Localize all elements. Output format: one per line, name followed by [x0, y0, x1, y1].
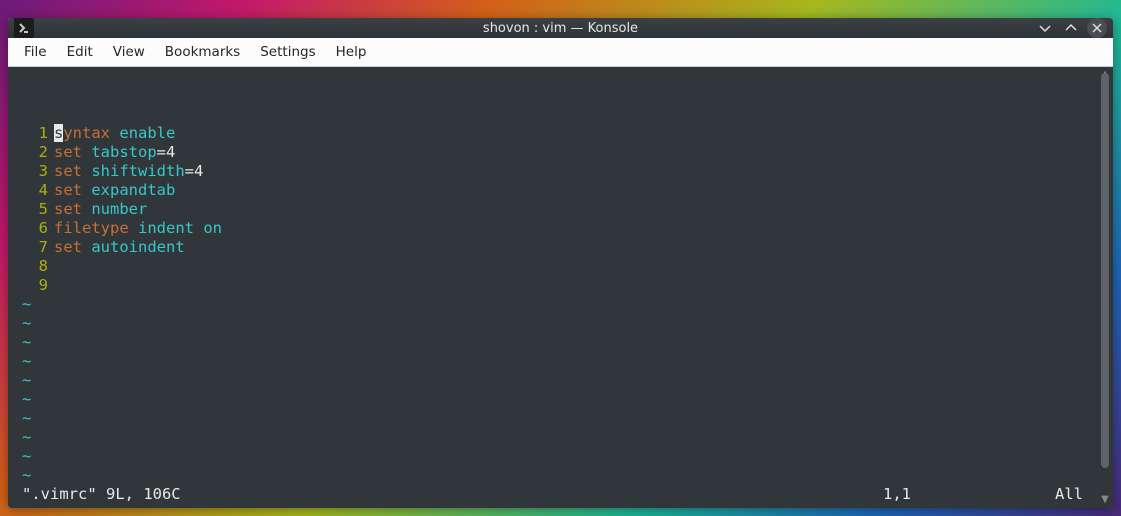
editor-line: 5set number — [8, 200, 1097, 219]
window-controls — [1035, 18, 1113, 38]
minimize-button[interactable] — [1035, 18, 1055, 38]
editor-line: 9 — [8, 276, 1097, 295]
empty-line-tilde: ~ — [8, 466, 1097, 485]
scroll-thumb[interactable] — [1101, 73, 1109, 468]
window-title: shovon : vim — Konsole — [8, 21, 1113, 36]
line-code: set number — [54, 200, 1097, 219]
line-number: 9 — [8, 276, 54, 295]
vim-status-line: ".vimrc" 9L, 106C1,1All — [8, 485, 1097, 508]
close-button[interactable] — [1087, 18, 1107, 38]
line-number: 3 — [8, 162, 54, 181]
menu-view[interactable]: View — [103, 38, 155, 66]
empty-line-tilde: ~ — [8, 428, 1097, 447]
empty-line-tilde: ~ — [8, 295, 1097, 314]
titlebar[interactable]: shovon : vim — Konsole — [8, 18, 1113, 38]
line-code: set expandtab — [54, 181, 1097, 200]
scrollbar[interactable]: ▲ ▼ — [1097, 67, 1113, 508]
menu-help[interactable]: Help — [326, 38, 377, 66]
menu-bookmarks[interactable]: Bookmarks — [155, 38, 250, 66]
menu-file[interactable]: File — [14, 38, 57, 66]
line-code — [54, 276, 1097, 295]
menu-settings[interactable]: Settings — [250, 38, 325, 66]
terminal[interactable]: 1syntax enable2set tabstop=43set shiftwi… — [8, 67, 1097, 508]
line-code: filetype indent on — [54, 219, 1097, 238]
line-number: 1 — [8, 124, 54, 143]
editor-line: 4set expandtab — [8, 181, 1097, 200]
empty-line-tilde: ~ — [8, 371, 1097, 390]
scroll-down-icon[interactable]: ▼ — [1097, 492, 1113, 508]
empty-line-tilde: ~ — [8, 352, 1097, 371]
status-cursor-pos: 1,1 — [883, 485, 1023, 504]
empty-line-tilde: ~ — [8, 333, 1097, 352]
line-number: 8 — [8, 257, 54, 276]
menubar: File Edit View Bookmarks Settings Help — [8, 38, 1113, 67]
editor-line: 3set shiftwidth=4 — [8, 162, 1097, 181]
line-code: set tabstop=4 — [54, 143, 1097, 162]
status-scroll-pos: All — [1023, 485, 1083, 504]
editor-line: 8 — [8, 257, 1097, 276]
empty-line-tilde: ~ — [8, 314, 1097, 333]
konsole-window: shovon : vim — Konsole File Edit View Bo… — [8, 18, 1113, 508]
menu-edit[interactable]: Edit — [57, 38, 103, 66]
editor-line: 2set tabstop=4 — [8, 143, 1097, 162]
editor-line: 6filetype indent on — [8, 219, 1097, 238]
maximize-button[interactable] — [1061, 18, 1081, 38]
line-number: 5 — [8, 200, 54, 219]
line-code: syntax enable — [54, 124, 1097, 143]
line-code: set autoindent — [54, 238, 1097, 257]
terminal-area: 1syntax enable2set tabstop=43set shiftwi… — [8, 67, 1113, 508]
app-icon — [14, 18, 34, 38]
line-number: 2 — [8, 143, 54, 162]
line-number: 4 — [8, 181, 54, 200]
line-number: 6 — [8, 219, 54, 238]
empty-line-tilde: ~ — [8, 409, 1097, 428]
line-code — [54, 257, 1097, 276]
empty-line-tilde: ~ — [8, 447, 1097, 466]
editor-line: 1syntax enable — [8, 124, 1097, 143]
status-file-info: ".vimrc" 9L, 106C — [22, 485, 883, 504]
empty-line-tilde: ~ — [8, 390, 1097, 409]
editor-line: 7set autoindent — [8, 238, 1097, 257]
line-number: 7 — [8, 238, 54, 257]
line-code: set shiftwidth=4 — [54, 162, 1097, 181]
